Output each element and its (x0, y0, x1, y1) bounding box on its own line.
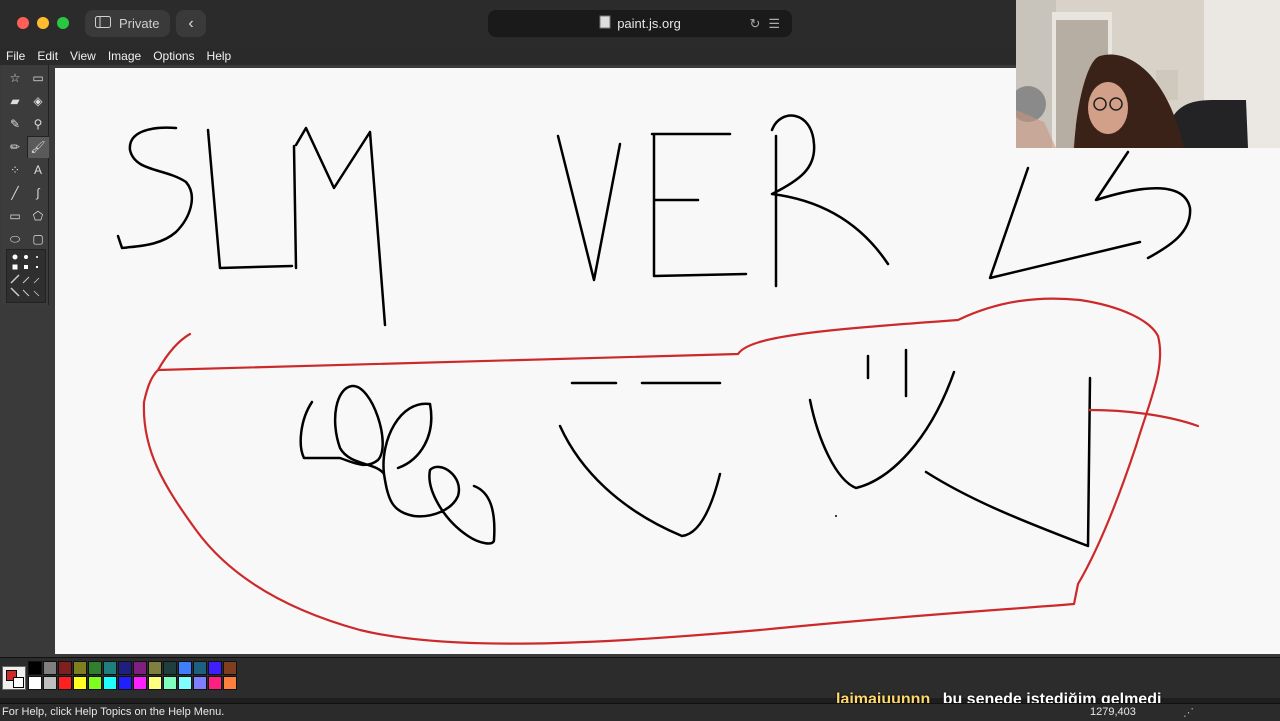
color-swatch[interactable] (118, 661, 132, 675)
menu-options[interactable]: Options (147, 49, 200, 63)
color-swatch[interactable] (148, 661, 162, 675)
toolbox: ☆ ▭ ▰ ◈ ✎ ⚲ ✏ 🖌 ⁘ A ╱ ∫ ▭ ⬠ ⬭ ▢ (2, 65, 49, 305)
color-swatch[interactable] (73, 676, 87, 690)
status-help-text: For Help, click Help Topics on the Help … (2, 706, 225, 718)
color-swatch[interactable] (193, 676, 207, 690)
webcam-overlay (1016, 0, 1280, 148)
menu-edit[interactable]: Edit (31, 49, 64, 63)
private-sidebar-button[interactable]: Private (85, 10, 170, 37)
color-swatch[interactable] (43, 676, 57, 690)
color-swatch[interactable] (163, 661, 177, 675)
background-color[interactable] (13, 677, 24, 688)
color-swatch[interactable] (133, 661, 147, 675)
brush-icon[interactable]: 🖌 (27, 136, 49, 158)
color-swatch[interactable] (118, 676, 132, 690)
zoom-window-button[interactable] (57, 17, 69, 29)
address-bar[interactable]: paint.js.org ↻ ☰ (488, 10, 792, 37)
color-swatch[interactable] (223, 676, 237, 690)
color-swatches (28, 661, 237, 690)
text-icon[interactable]: A (27, 159, 49, 181)
back-button[interactable]: ‹ (176, 10, 206, 37)
chevron-left-icon: ‹ (188, 14, 194, 32)
tool-options-panel[interactable] (6, 249, 46, 303)
color-swatch[interactable] (148, 676, 162, 690)
color-swatch[interactable] (28, 661, 42, 675)
status-bar: For Help, click Help Topics on the Help … (0, 703, 1280, 721)
curve-icon[interactable]: ∫ (27, 182, 49, 204)
color-picker-icon[interactable]: ✎ (4, 113, 26, 135)
reader-icon[interactable]: ☰ (768, 16, 780, 32)
rect-select-icon[interactable]: ▭ (27, 67, 49, 89)
url-text: paint.js.org (617, 16, 681, 31)
airbrush-icon[interactable]: ⁘ (4, 159, 26, 181)
ellipse-icon[interactable]: ⬭ (4, 228, 26, 250)
current-colors[interactable] (2, 666, 26, 690)
eraser-icon[interactable]: ▰ (4, 90, 26, 112)
color-swatch[interactable] (58, 661, 72, 675)
color-swatch[interactable] (73, 661, 87, 675)
line-icon[interactable]: ╱ (4, 182, 26, 204)
color-swatch[interactable] (88, 661, 102, 675)
color-swatch[interactable] (88, 676, 102, 690)
page-icon (599, 15, 611, 32)
pencil-icon[interactable]: ✏ (4, 136, 26, 158)
color-swatch[interactable] (223, 661, 237, 675)
color-swatch[interactable] (193, 661, 207, 675)
color-swatch[interactable] (178, 661, 192, 675)
minimize-window-button[interactable] (37, 17, 49, 29)
reload-icon[interactable]: ↻ (749, 16, 760, 32)
rectangle-icon[interactable]: ▭ (4, 205, 26, 227)
color-swatch[interactable] (103, 676, 117, 690)
resize-grip-icon[interactable]: ⋰ (1183, 706, 1194, 719)
close-window-button[interactable] (17, 17, 29, 29)
magnifier-icon[interactable]: ⚲ (27, 113, 49, 135)
color-swatch[interactable] (43, 661, 57, 675)
menu-help[interactable]: Help (201, 49, 238, 63)
private-label: Private (119, 16, 160, 31)
menu-file[interactable]: File (0, 49, 31, 63)
color-swatch[interactable] (28, 676, 42, 690)
drawing-canvas[interactable] (55, 68, 1280, 654)
color-swatch[interactable] (163, 676, 177, 690)
status-coordinates: 1279,403 (1090, 706, 1136, 718)
color-swatch[interactable] (178, 676, 192, 690)
polygon-icon[interactable]: ⬠ (27, 205, 49, 227)
color-swatch[interactable] (58, 676, 72, 690)
color-swatch[interactable] (208, 676, 222, 690)
color-swatch[interactable] (103, 661, 117, 675)
sidebar-icon (95, 16, 111, 31)
color-swatch[interactable] (208, 661, 222, 675)
rounded-rect-icon[interactable]: ▢ (27, 228, 49, 250)
free-form-select-icon[interactable]: ☆ (4, 67, 26, 89)
menu-image[interactable]: Image (102, 49, 147, 63)
fill-bucket-icon[interactable]: ◈ (27, 90, 49, 112)
color-swatch[interactable] (133, 676, 147, 690)
menu-view[interactable]: View (64, 49, 102, 63)
